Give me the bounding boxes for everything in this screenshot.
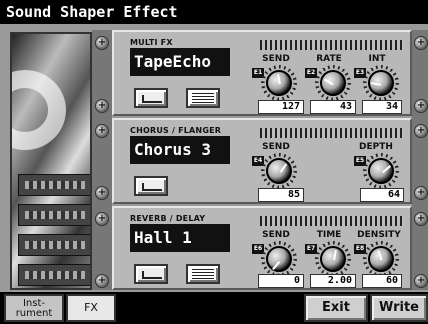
right-rack-rail (412, 30, 428, 290)
int-knob[interactable] (368, 70, 394, 96)
screw-icon: + (414, 212, 428, 226)
write-button[interactable]: Write (370, 294, 428, 322)
param-label: DENSITY (357, 230, 401, 240)
reverb-label: REVERB / DELAY (130, 214, 206, 223)
multi-fx-label: MULTI FX (130, 38, 173, 47)
send-value: 85 (258, 188, 304, 202)
rack-unit-image (18, 204, 90, 226)
reverb-level-meter (260, 216, 404, 226)
sound-shaper-screen: Sound Shaper Effect + + + + + + + + + + … (0, 0, 428, 324)
chorus-switch-button[interactable] (134, 176, 168, 196)
rack-unit-image (18, 174, 90, 196)
chorus-level-meter (260, 128, 404, 138)
decorative-wave (12, 70, 66, 150)
screw-icon: + (414, 274, 428, 288)
screw-icon: + (95, 274, 109, 288)
send-knob[interactable] (266, 158, 292, 184)
multi-fx-switch-button[interactable] (134, 88, 168, 108)
param-label: DEPTH (359, 142, 393, 152)
int-value: 34 (362, 100, 402, 114)
depth-value: 64 (360, 188, 404, 202)
reverb-type[interactable]: Hall 1 (130, 224, 230, 252)
send-knob[interactable] (266, 70, 292, 96)
send-knob[interactable] (266, 246, 292, 272)
chorus-label: CHORUS / FLANGER (130, 126, 222, 135)
rack-unit-image (18, 264, 90, 286)
param-label: TIME (316, 230, 342, 240)
screw-icon: + (95, 212, 109, 226)
tab-fx[interactable]: FX (66, 294, 116, 322)
reverb-panel: REVERB / DELAY Hall 1 SEND E6 0 TIME E7 … (112, 206, 412, 290)
rate-value: 43 (310, 100, 356, 114)
param-label: INT (368, 54, 386, 64)
reverb-edit-button[interactable] (186, 264, 220, 284)
left-rack-rail (92, 30, 112, 290)
density-value: 60 (362, 274, 402, 288)
send-value: 127 (258, 100, 304, 114)
screw-icon: + (95, 124, 109, 138)
screw-icon: + (414, 124, 428, 138)
studio-rack-image (10, 32, 92, 290)
exit-button[interactable]: Exit (304, 294, 368, 322)
chorus-panel: CHORUS / FLANGER Chorus 3 SEND E4 85 DEP… (112, 118, 412, 204)
send-value: 0 (258, 274, 304, 288)
multi-fx-level-meter (260, 40, 404, 50)
multi-fx-panel: MULTI FX TapeEcho SEND E1 127 RATE E2 43… (112, 30, 412, 116)
param-label: RATE (316, 54, 342, 64)
screw-icon: + (95, 99, 109, 113)
screw-icon: + (95, 186, 109, 200)
rack-unit-image (18, 234, 90, 256)
time-value: 2.00 (310, 274, 356, 288)
multi-fx-type[interactable]: TapeEcho (130, 48, 230, 76)
tab-instrument[interactable]: Inst- rument (4, 294, 64, 322)
chorus-type[interactable]: Chorus 3 (130, 136, 230, 164)
screw-icon: + (95, 36, 109, 50)
param-label: SEND (262, 142, 290, 152)
depth-knob[interactable] (368, 158, 394, 184)
screw-icon: + (414, 99, 428, 113)
param-label: SEND (262, 54, 290, 64)
reverb-switch-button[interactable] (134, 264, 168, 284)
multi-fx-edit-button[interactable] (186, 88, 220, 108)
screw-icon: + (414, 36, 428, 50)
param-label: SEND (262, 230, 290, 240)
window-title: Sound Shaper Effect (0, 0, 428, 24)
screw-icon: + (414, 186, 428, 200)
rate-knob[interactable] (320, 70, 346, 96)
time-knob[interactable] (320, 246, 346, 272)
density-knob[interactable] (368, 246, 394, 272)
